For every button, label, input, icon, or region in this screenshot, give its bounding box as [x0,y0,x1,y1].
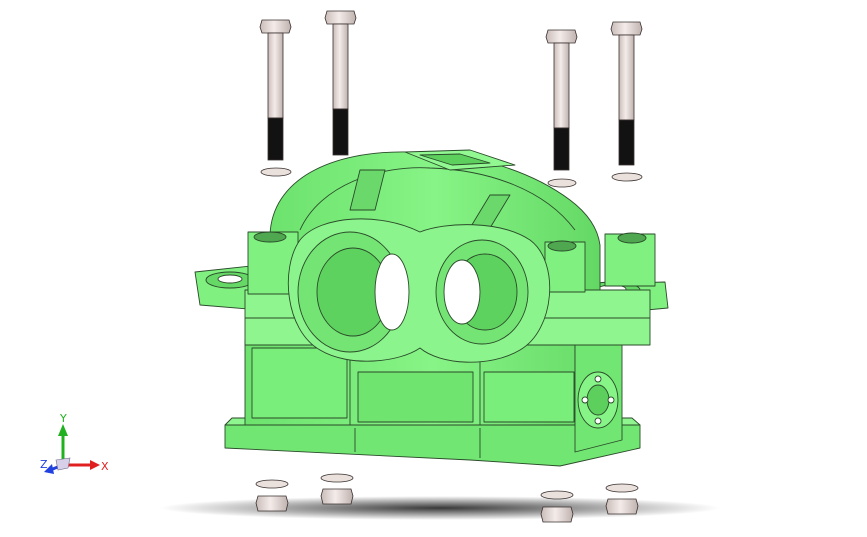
z-axis-label: Z [40,458,48,471]
gearbox-housing [194,149,669,467]
nut-1 [255,479,289,512]
axis-triad: Y X Z [38,410,118,480]
bolt-2 [324,10,357,156]
bolt-3 [545,29,578,188]
nut-4 [605,483,639,515]
x-axis-label: X [101,460,109,473]
bolt-1 [259,19,292,177]
triad-origin [55,457,71,471]
3d-model-viewport[interactable] [0,0,867,533]
y-axis-label: Y [59,412,67,425]
gearbox-assembly-drawing [160,10,720,523]
y-axis-arrow [58,424,68,436]
nut-2 [320,473,354,505]
bolt-4 [610,21,643,182]
x-axis-arrow [90,460,100,470]
